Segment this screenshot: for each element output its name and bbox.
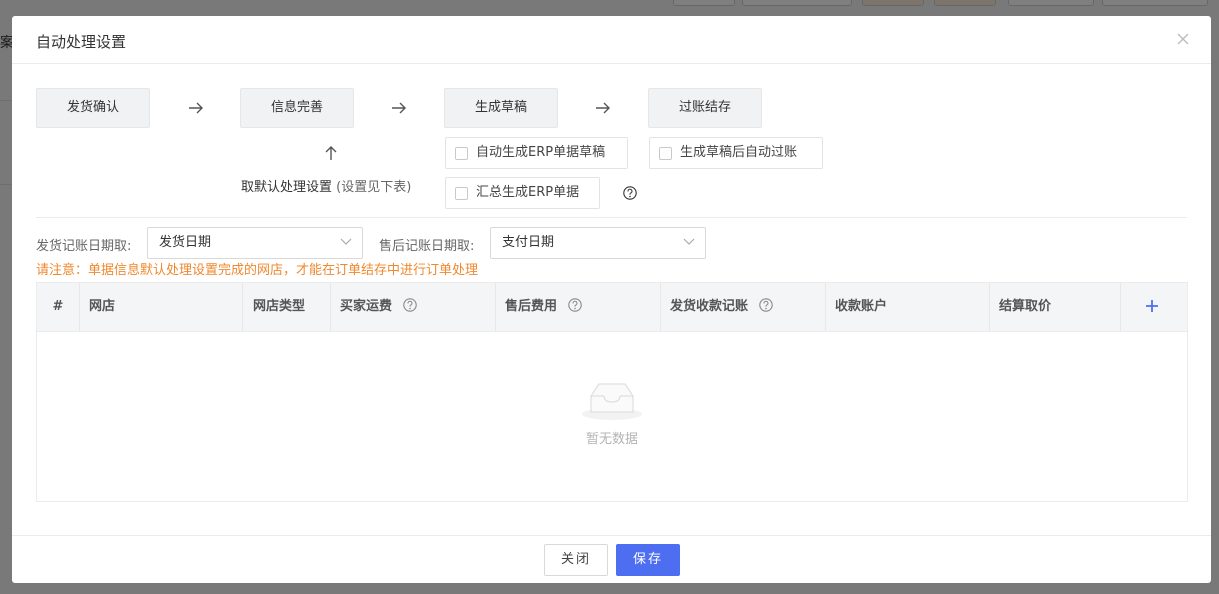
auto-generate-draft-checkbox[interactable]: 自动生成ERP单据草稿 (445, 137, 628, 169)
default-settings-text: 取默认处理设置 (241, 180, 333, 195)
dialog-title: 自动处理设置 (36, 33, 127, 51)
warning-notice: 请注意：单据信息默认处理设置完成的网店，才能在订单结存中进行订单处理 (36, 263, 479, 278)
dialog-header: 自动处理设置 (12, 16, 1211, 64)
arrow-right-icon (188, 101, 204, 115)
arrow-up-icon (324, 145, 338, 161)
close-button[interactable]: 关闭 (544, 544, 608, 576)
column-header-index: # (37, 283, 80, 331)
add-row-plus-icon[interactable] (1144, 298, 1160, 314)
empty-inbox-icon (580, 378, 644, 422)
table-header: # 网店 网店类型 买家运费 售后费用 发货收款记账 收款账户 结算取价 (37, 283, 1187, 332)
auto-post-after-draft-checkbox[interactable]: 生成草稿后自动过账 (649, 137, 823, 169)
default-settings-label: 取默认处理设置 (设置见下表) (241, 176, 411, 195)
auto-process-settings-dialog: 自动处理设置 发货确认 信息完善 生成草稿 过账结存 取默认处理设置 (设置见下… (12, 16, 1211, 583)
chevron-down-icon (340, 238, 352, 246)
section-divider (36, 217, 1187, 218)
ship-date-select[interactable]: 发货日期 (147, 227, 363, 259)
help-icon[interactable] (623, 186, 637, 200)
checkbox-square[interactable] (455, 187, 468, 200)
column-header-shop-type: 网店类型 (243, 283, 331, 331)
column-header-shop: 网店 (80, 283, 243, 331)
arrow-right-icon (391, 101, 407, 115)
column-header-label: 网店类型 (253, 299, 306, 314)
chevron-down-icon (683, 238, 695, 246)
column-header-buyer-freight: 买家运费 (331, 283, 496, 331)
step-info-complete: 信息完善 (240, 88, 354, 128)
default-settings-note: (设置见下表) (336, 180, 412, 195)
column-header-label: 发货收款记账 (670, 299, 749, 314)
merge-generate-label: 汇总生成ERP单据 (476, 185, 580, 200)
column-header-label: 收款账户 (835, 299, 888, 314)
ship-date-label: 发货记账日期取: (36, 239, 132, 254)
after-sale-date-select[interactable]: 支付日期 (490, 227, 706, 259)
empty-text: 暂无数据 (585, 432, 638, 447)
column-header-after-sale-fee: 售后费用 (496, 283, 661, 331)
column-header-label: 买家运费 (340, 299, 393, 314)
column-header-label: # (52, 299, 64, 314)
step-post-settle: 过账结存 (648, 88, 762, 128)
merge-generate-checkbox[interactable]: 汇总生成ERP单据 (445, 177, 600, 209)
step-generate-draft: 生成草稿 (444, 88, 558, 128)
column-header-label: 结算取价 (999, 299, 1052, 314)
checkbox-square[interactable] (455, 147, 468, 160)
empty-state: 暂无数据 (37, 378, 1187, 447)
save-button[interactable]: 保存 (616, 544, 680, 576)
auto-post-after-draft-label: 生成草稿后自动过账 (680, 145, 798, 160)
dialog-footer: 关闭 保存 (12, 535, 1211, 583)
shop-settings-table: # 网店 网店类型 买家运费 售后费用 发货收款记账 收款账户 结算取价 暂无数… (36, 282, 1188, 502)
column-header-label: 网店 (89, 299, 116, 314)
close-icon[interactable] (1173, 29, 1193, 49)
checkbox-square[interactable] (659, 147, 672, 160)
ship-date-value: 发货日期 (159, 235, 212, 250)
after-sale-date-value: 支付日期 (502, 235, 555, 250)
help-icon[interactable] (402, 298, 417, 312)
column-header-label: 售后费用 (505, 299, 558, 314)
step-ship-confirm: 发货确认 (36, 88, 150, 128)
auto-generate-draft-label: 自动生成ERP单据草稿 (476, 145, 606, 160)
help-icon[interactable] (567, 298, 582, 312)
column-header-ship-receipt: 发货收款记账 (661, 283, 826, 331)
arrow-right-icon (595, 101, 611, 115)
column-header-settle-price: 结算取价 (990, 283, 1121, 331)
column-header-receipt-account: 收款账户 (826, 283, 990, 331)
after-sale-date-label: 售后记账日期取: (379, 239, 475, 254)
help-icon[interactable] (758, 298, 773, 312)
